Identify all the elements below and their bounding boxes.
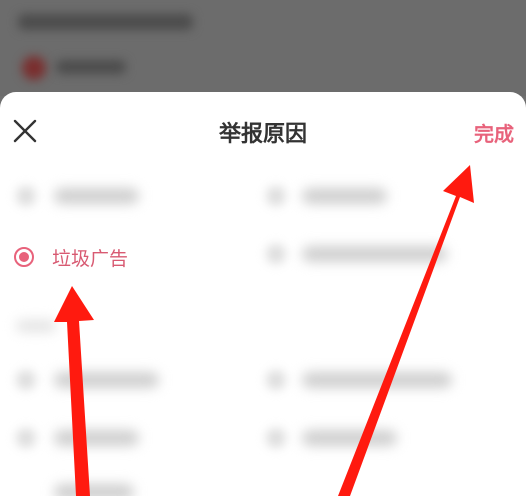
blurred-radio (16, 186, 36, 206)
radio-dot (19, 252, 29, 262)
blurred-radio (16, 428, 36, 448)
blurred-option[interactable] (54, 372, 159, 388)
background-page (0, 0, 526, 96)
blurred-radio (266, 244, 286, 264)
radio-selected-icon (14, 247, 34, 267)
blurred-option[interactable] (302, 246, 447, 262)
sheet-title: 举报原因 (218, 122, 307, 147)
blurred-section-label (16, 320, 56, 332)
background-text-blur (56, 60, 126, 74)
sheet-header: 举报原因 完成 (0, 92, 526, 172)
option-spam-ads[interactable]: 垃圾广告 (14, 242, 128, 272)
background-avatar-blur (22, 56, 46, 80)
done-button[interactable]: 完成 (474, 118, 514, 147)
blurred-option[interactable] (54, 188, 139, 204)
background-text-blur (18, 14, 193, 30)
blurred-option[interactable] (54, 430, 139, 446)
blurred-option[interactable] (54, 484, 134, 496)
blurred-radio (266, 428, 286, 448)
blurred-option[interactable] (302, 188, 387, 204)
blurred-radio (266, 370, 286, 390)
close-icon (13, 119, 37, 143)
blurred-radio (266, 186, 286, 206)
close-button[interactable] (8, 114, 42, 148)
blurred-option[interactable] (302, 430, 397, 446)
blurred-option[interactable] (302, 372, 452, 388)
option-label: 垃圾广告 (52, 247, 129, 270)
report-reason-sheet: 举报原因 完成 垃圾广告 (0, 92, 526, 496)
blurred-radio (16, 370, 36, 390)
